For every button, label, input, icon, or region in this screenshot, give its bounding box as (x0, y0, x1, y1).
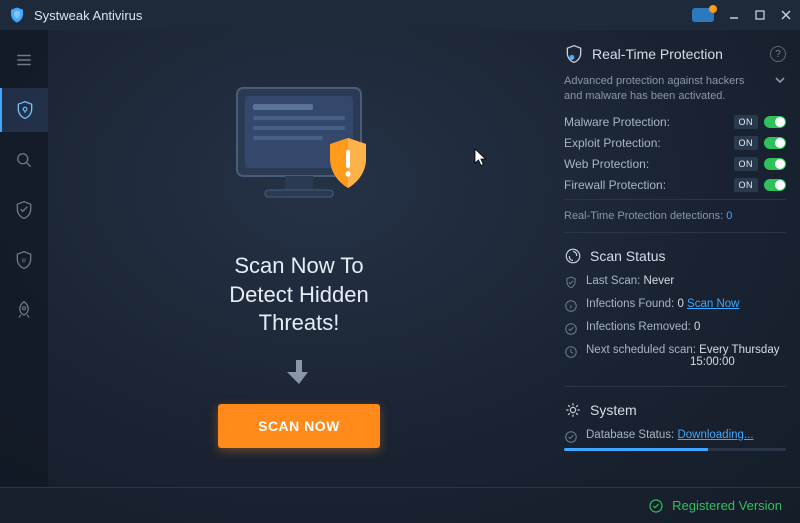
rtp-title: Real-Time Protection (592, 46, 723, 62)
shield-icon: i (564, 44, 584, 64)
row-infections-removed: Infections Removed: 0 (564, 321, 786, 336)
toggle-malware[interactable] (764, 116, 786, 128)
warning-shield-icon (325, 136, 371, 192)
monitor-illustration (219, 80, 379, 230)
check-shield-icon (564, 276, 578, 290)
row-exploit-protection: Exploit Protection: ON (564, 136, 786, 150)
toggle-firewall[interactable] (764, 179, 786, 191)
sidebar-item-protection[interactable] (0, 188, 48, 232)
sidebar-item-home[interactable] (0, 88, 48, 132)
gear-icon (564, 401, 582, 419)
footer: Registered Version (0, 487, 800, 523)
close-button[interactable] (780, 9, 792, 21)
database-status-link[interactable]: Downloading... (677, 429, 753, 441)
right-panel: i Real-Time Protection ? Advanced protec… (550, 30, 800, 487)
info-icon (564, 299, 578, 313)
check-circle-icon (564, 430, 578, 444)
toggle-exploit[interactable] (764, 137, 786, 149)
row-firewall-protection: Firewall Protection: ON (564, 178, 786, 192)
scan-now-link[interactable]: Scan Now (687, 298, 739, 310)
svg-text:i: i (571, 55, 572, 60)
rtp-note: Advanced protection against hackersand m… (564, 74, 786, 105)
app-logo-icon (8, 6, 26, 24)
system-title: System (590, 402, 637, 418)
row-infections-found: Infections Found: 0 Scan Now (564, 298, 786, 313)
download-progress (564, 448, 786, 451)
maximize-button[interactable] (754, 9, 766, 21)
app-title: Systweak Antivirus (34, 8, 142, 23)
sidebar-item-boost[interactable] (0, 288, 48, 332)
row-next-scan: Next scheduled scan: Every Thursday15:00… (564, 344, 786, 368)
chevron-down-icon[interactable] (774, 74, 786, 86)
sidebar-menu-button[interactable] (0, 38, 48, 82)
sidebar-item-scan[interactable] (0, 138, 48, 182)
scan-now-button[interactable]: SCAN NOW (218, 404, 380, 448)
scan-status-icon (564, 247, 582, 265)
titlebar: Systweak Antivirus (0, 0, 800, 30)
check-circle-icon (564, 322, 578, 336)
registered-check-icon (648, 498, 664, 514)
down-arrow-icon (284, 356, 314, 386)
minimize-button[interactable] (728, 9, 740, 21)
clock-icon (564, 345, 578, 359)
toggle-web[interactable] (764, 158, 786, 170)
sidebar: e (0, 30, 48, 487)
scan-status-title: Scan Status (590, 248, 666, 264)
sidebar-item-quarantine[interactable]: e (0, 238, 48, 282)
row-malware-protection: Malware Protection: ON (564, 115, 786, 129)
svg-text:e: e (22, 256, 26, 265)
registered-label: Registered Version (672, 498, 782, 513)
rtp-detections: Real-Time Protection detections: 0 (564, 199, 786, 222)
help-icon[interactable]: ? (770, 46, 786, 62)
row-web-protection: Web Protection: ON (564, 157, 786, 171)
row-last-scan: Last Scan: Never (564, 275, 786, 290)
headline: Scan Now To Detect Hidden Threats! (229, 252, 368, 338)
center-panel: Scan Now To Detect Hidden Threats! SCAN … (48, 30, 550, 487)
row-database-status: Database Status: Downloading... (564, 429, 786, 444)
purchase-icon[interactable] (692, 8, 714, 22)
